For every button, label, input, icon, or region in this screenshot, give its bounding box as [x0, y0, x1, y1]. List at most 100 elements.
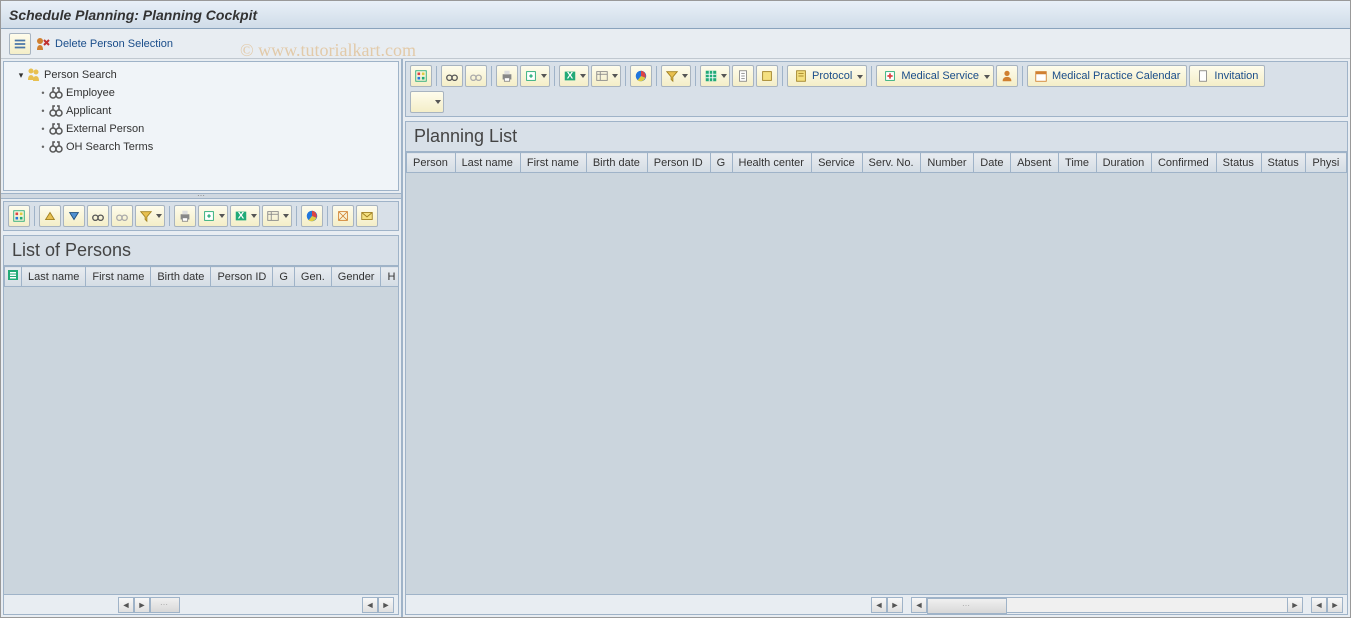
scroll-left-button[interactable]: ◄	[871, 597, 887, 613]
col-last-name[interactable]: Last name	[455, 153, 520, 173]
persons-toolbar: X	[3, 201, 399, 231]
binoculars-icon	[48, 121, 64, 137]
delete-person-selection-link[interactable]: Delete Person Selection	[35, 36, 173, 52]
scroll-track-right-button[interactable]: ►	[1287, 597, 1303, 613]
col-date[interactable]: Date	[974, 153, 1011, 173]
print-button[interactable]	[496, 65, 518, 87]
binoculars-icon	[91, 209, 105, 223]
col-person[interactable]: Person	[407, 153, 456, 173]
print-button[interactable]	[174, 205, 196, 227]
scroll-thumb[interactable]: ⋯	[927, 598, 1007, 614]
col-health-center[interactable]: Health center	[732, 153, 812, 173]
col-number[interactable]: Number	[921, 153, 974, 173]
details-button[interactable]	[410, 65, 432, 87]
print-icon	[178, 209, 192, 223]
note-button[interactable]	[756, 65, 778, 87]
export-button[interactable]	[520, 65, 550, 87]
medical-service-button[interactable]: Medical Service	[876, 65, 994, 87]
doc-button[interactable]	[732, 65, 754, 87]
col-service[interactable]: Service	[812, 153, 862, 173]
details-icon	[414, 69, 428, 83]
col-h[interactable]: H	[381, 267, 398, 287]
col-person-id[interactable]: Person ID	[647, 153, 710, 173]
persons-header-row: Last name First name Birth date Person I…	[5, 267, 399, 287]
col-gen[interactable]: Gen.	[294, 267, 331, 287]
layout-button[interactable]	[262, 205, 292, 227]
export-button[interactable]	[198, 205, 228, 227]
svg-text:X: X	[238, 211, 245, 222]
tree-item-external-person[interactable]: • External Person	[6, 120, 396, 138]
col-first-name[interactable]: First name	[520, 153, 586, 173]
col-first-name[interactable]: First name	[86, 267, 151, 287]
separator	[554, 66, 555, 86]
sort-asc-button[interactable]	[39, 205, 61, 227]
mail-button[interactable]	[356, 205, 378, 227]
find-button[interactable]	[87, 205, 109, 227]
excel-icon: X	[234, 209, 248, 223]
col-birth-date[interactable]: Birth date	[586, 153, 647, 173]
person-search-icon	[26, 67, 42, 83]
horizontal-splitter[interactable]: ⋯	[1, 193, 401, 199]
persons-heading: List of Persons	[3, 235, 399, 265]
persons-table: Last name First name Birth date Person I…	[4, 266, 398, 287]
separator	[656, 66, 657, 86]
separator	[491, 66, 492, 86]
layout-button[interactable]	[591, 65, 621, 87]
col-serv-no[interactable]: Serv. No.	[862, 153, 921, 173]
scroll-right-button[interactable]: ►	[134, 597, 150, 613]
tree-root-person-search[interactable]: ▾ Person Search	[6, 66, 396, 84]
excel-button[interactable]: X	[559, 65, 589, 87]
more-button[interactable]	[410, 91, 444, 113]
planning-table-scroll: Person Last name First name Birth date P…	[406, 152, 1347, 594]
export-icon	[202, 209, 216, 223]
find-button[interactable]	[441, 65, 463, 87]
sort-desc-button[interactable]	[63, 205, 85, 227]
protocol-button[interactable]: Protocol	[787, 65, 867, 87]
chart-button[interactable]	[301, 205, 323, 227]
col-birth-date[interactable]: Birth date	[151, 267, 211, 287]
col-time[interactable]: Time	[1059, 153, 1097, 173]
col-person-id[interactable]: Person ID	[211, 267, 273, 287]
find-next-button[interactable]	[465, 65, 487, 87]
scroll-thumb[interactable]: ⋯	[150, 597, 180, 613]
details-button[interactable]	[8, 205, 30, 227]
scroll-right-button[interactable]: ►	[378, 597, 394, 613]
col-status[interactable]: Status	[1216, 153, 1261, 173]
col-absent[interactable]: Absent	[1011, 153, 1059, 173]
scroll-left-button[interactable]: ◄	[362, 597, 378, 613]
scroll-track-left-button[interactable]: ◄	[911, 597, 927, 613]
col-confirmed[interactable]: Confirmed	[1151, 153, 1216, 173]
invitation-label: Invitation	[1214, 70, 1258, 82]
scroll-right-button[interactable]: ►	[1327, 597, 1343, 613]
col-last-name[interactable]: Last name	[22, 267, 86, 287]
filter-button[interactable]	[661, 65, 691, 87]
scroll-left-button[interactable]: ◄	[118, 597, 134, 613]
col-duration[interactable]: Duration	[1096, 153, 1151, 173]
tree-item-employee[interactable]: • Employee	[6, 84, 396, 102]
excel-button[interactable]: X	[230, 205, 260, 227]
chart-button[interactable]	[630, 65, 652, 87]
scroll-right-button[interactable]: ►	[887, 597, 903, 613]
col-g[interactable]: G	[273, 267, 295, 287]
col-status2[interactable]: Status	[1261, 153, 1306, 173]
tree-item-oh-search-terms[interactable]: • OH Search Terms	[6, 138, 396, 156]
filter-button[interactable]	[135, 205, 165, 227]
planning-toolbar: X Protocol Medical Service	[405, 61, 1348, 117]
select-person-button[interactable]	[332, 205, 354, 227]
invitation-button[interactable]: Invitation	[1189, 65, 1265, 87]
scroll-left-button[interactable]: ◄	[1311, 597, 1327, 613]
menu-button[interactable]	[9, 33, 31, 55]
select-all-button[interactable]	[5, 267, 22, 287]
find-next-button[interactable]	[111, 205, 133, 227]
tree-item-applicant[interactable]: • Applicant	[6, 102, 396, 120]
grid-button[interactable]	[700, 65, 730, 87]
calendar-button[interactable]: Medical Practice Calendar	[1027, 65, 1187, 87]
scroll-track[interactable]: ⋯	[927, 597, 1287, 613]
col-physician[interactable]: Physi	[1306, 153, 1347, 173]
col-gender[interactable]: Gender	[331, 267, 381, 287]
separator	[34, 206, 35, 226]
person-button[interactable]	[996, 65, 1018, 87]
planning-empty-body	[406, 173, 1347, 553]
col-g[interactable]: G	[710, 153, 732, 173]
collapse-icon[interactable]: ▾	[16, 70, 26, 81]
